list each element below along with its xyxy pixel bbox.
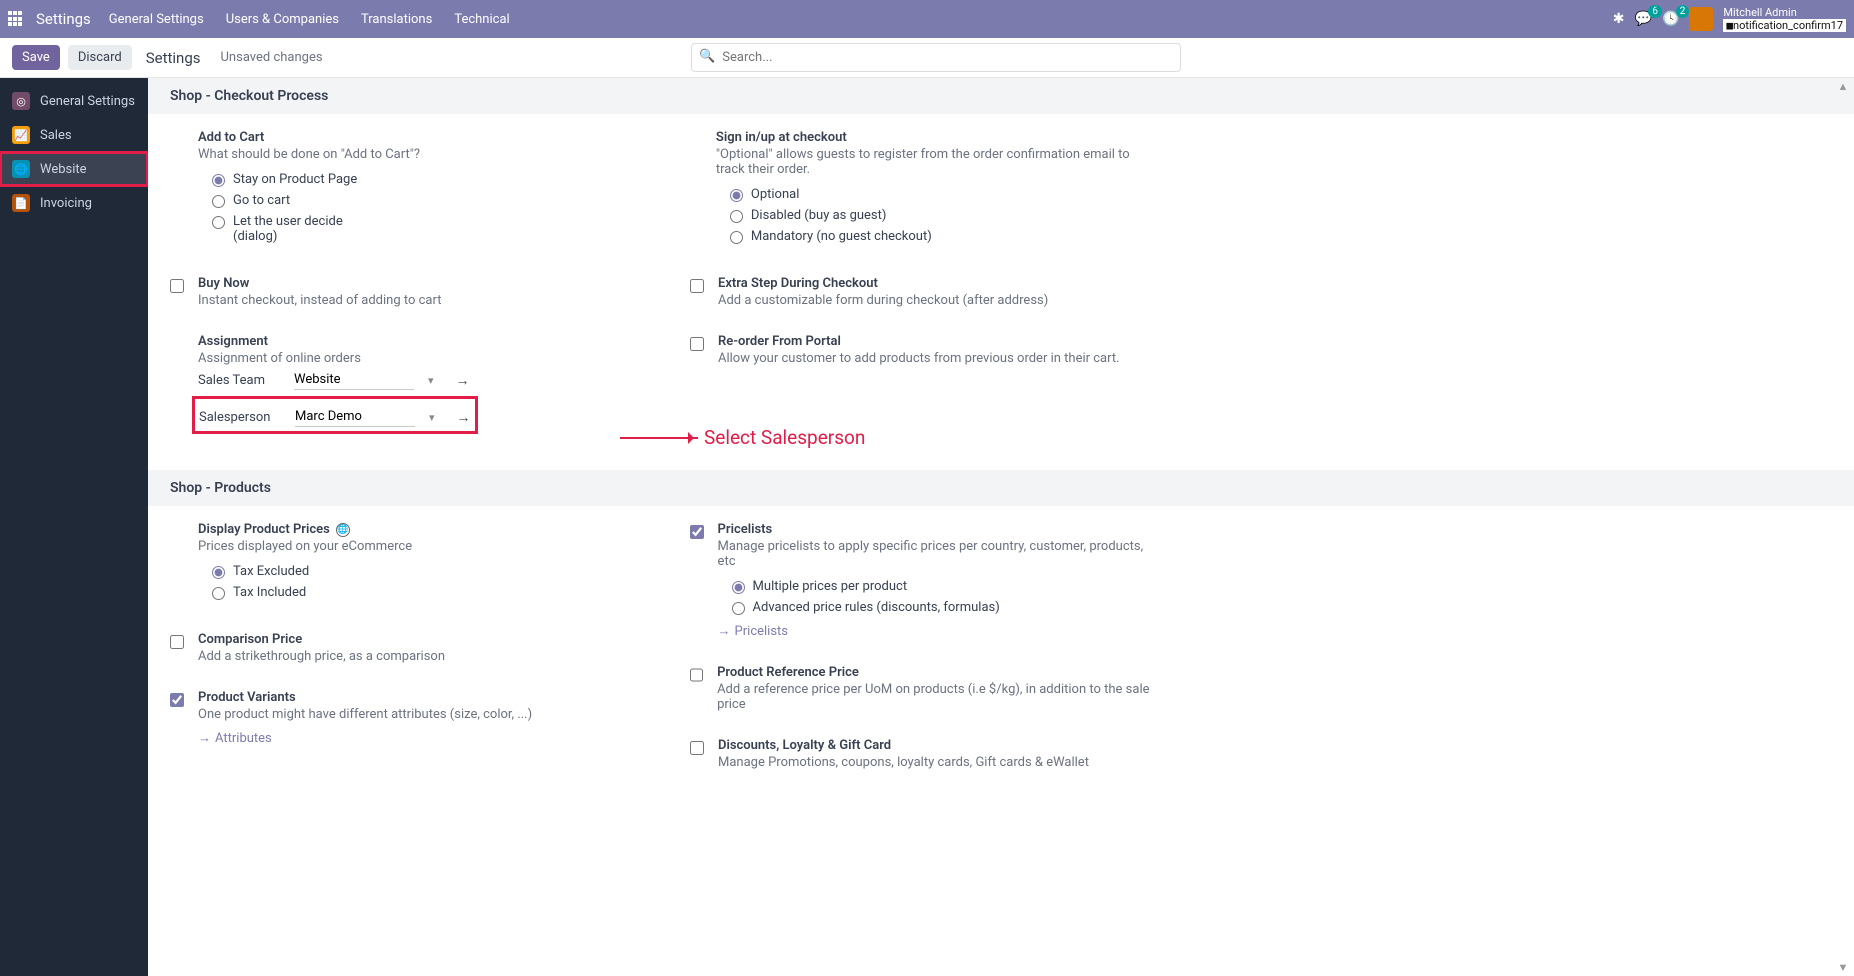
checkbox-discounts[interactable] bbox=[690, 741, 704, 755]
radio-mandatory[interactable]: Mandatory (no guest checkout) bbox=[730, 229, 1150, 244]
search-icon: 🔍 bbox=[699, 49, 715, 64]
settings-sidebar: ◎ General Settings 📈 Sales 🌐 Website 📄 I… bbox=[0, 78, 148, 976]
link-pricelists[interactable]: → Pricelists bbox=[718, 623, 1150, 639]
unsaved-status: Unsaved changes bbox=[221, 50, 323, 65]
scroll-down-icon[interactable]: ▼ bbox=[1836, 961, 1850, 974]
checkbox-reorder[interactable] bbox=[690, 337, 704, 351]
sidebar-item-website[interactable]: 🌐 Website bbox=[0, 152, 148, 186]
sidebar-item-sales[interactable]: 📈 Sales bbox=[0, 118, 148, 152]
chevron-down-icon[interactable]: ▾ bbox=[429, 411, 435, 424]
setting-desc: What should be done on "Add to Cart"? bbox=[198, 147, 420, 162]
external-link-icon[interactable]: → bbox=[456, 372, 470, 389]
checkbox-comparison[interactable] bbox=[170, 635, 184, 649]
menu-technical[interactable]: Technical bbox=[454, 12, 509, 27]
checkbox-variants[interactable] bbox=[170, 693, 184, 707]
radio-advanced-rules[interactable]: Advanced price rules (discounts, formula… bbox=[732, 600, 1150, 615]
menu-general-settings[interactable]: General Settings bbox=[109, 12, 204, 27]
setting-assignment: Assignment Assignment of online orders S… bbox=[170, 334, 630, 428]
setting-product-variants: Product Variants One product might have … bbox=[170, 690, 630, 746]
external-link-icon[interactable]: → bbox=[457, 409, 471, 426]
setting-reorder: Re-order From Portal Allow your customer… bbox=[690, 334, 1150, 366]
setting-reference-price: Product Reference Price Add a reference … bbox=[690, 665, 1150, 712]
top-menu: General Settings Users & Companies Trans… bbox=[109, 12, 510, 27]
action-bar: Save Discard Settings Unsaved changes 🔍 bbox=[0, 38, 1854, 78]
setting-add-to-cart: Add to Cart What should be done on "Add … bbox=[170, 130, 630, 250]
radio-tax-included[interactable]: Tax Included bbox=[212, 585, 412, 600]
notification-tag: ■notification_confirm17 bbox=[1723, 19, 1846, 32]
radio-optional[interactable]: Optional bbox=[730, 187, 1150, 202]
top-navbar: Settings General Settings Users & Compan… bbox=[0, 0, 1854, 38]
avatar[interactable] bbox=[1689, 7, 1713, 31]
checkbox-extra-step[interactable] bbox=[690, 279, 704, 293]
user-name: Mitchell Admin bbox=[1723, 6, 1846, 19]
annotation-select-salesperson: Select Salesperson bbox=[620, 426, 865, 449]
user-block[interactable]: Mitchell Admin ■notification_confirm17 bbox=[1723, 6, 1846, 32]
setting-discounts: Discounts, Loyalty & Gift Card Manage Pr… bbox=[690, 738, 1150, 770]
menu-users-companies[interactable]: Users & Companies bbox=[226, 12, 339, 27]
salesperson-input[interactable] bbox=[295, 407, 415, 427]
setting-buy-now: Buy Now Instant checkout, instead of add… bbox=[170, 276, 630, 308]
search-input[interactable] bbox=[691, 43, 1181, 72]
radio-disabled[interactable]: Disabled (buy as guest) bbox=[730, 208, 1150, 223]
checkbox-buy-now[interactable] bbox=[170, 279, 184, 293]
section-header-checkout: Shop - Checkout Process bbox=[148, 78, 1854, 114]
scroll-up-icon[interactable]: ▲ bbox=[1836, 80, 1850, 93]
salesperson-label: Salesperson bbox=[199, 410, 277, 425]
menu-translations[interactable]: Translations bbox=[361, 12, 432, 27]
setting-sign-in: Sign in/up at checkout "Optional" allows… bbox=[690, 130, 1150, 250]
sales-team-input[interactable] bbox=[294, 370, 414, 390]
radio-multiple-prices[interactable]: Multiple prices per product bbox=[732, 579, 1150, 594]
sales-team-label: Sales Team bbox=[198, 373, 276, 388]
salesperson-highlight: Salesperson ▾ → bbox=[192, 396, 478, 434]
checkbox-pricelists[interactable] bbox=[690, 525, 704, 539]
radio-stay-on-page[interactable]: Stay on Product Page bbox=[212, 172, 420, 187]
debug-icon[interactable]: ✱ bbox=[1613, 11, 1625, 27]
breadcrumb: Settings bbox=[146, 49, 201, 67]
sidebar-item-invoicing[interactable]: 📄 Invoicing bbox=[0, 186, 148, 220]
activities-icon[interactable]: 🕓2 bbox=[1662, 11, 1679, 27]
setting-extra-step: Extra Step During Checkout Add a customi… bbox=[690, 276, 1150, 308]
link-attributes[interactable]: → Attributes bbox=[198, 730, 532, 746]
sidebar-item-label: General Settings bbox=[40, 94, 135, 109]
setting-title: Add to Cart bbox=[198, 130, 420, 145]
globe-icon[interactable]: 🌐 bbox=[336, 523, 350, 537]
sidebar-item-general[interactable]: ◎ General Settings bbox=[0, 84, 148, 118]
radio-go-to-cart[interactable]: Go to cart bbox=[212, 193, 420, 208]
messages-icon[interactable]: 💬6 bbox=[1635, 11, 1652, 27]
sidebar-item-label: Sales bbox=[40, 128, 72, 143]
search-wrap: 🔍 bbox=[691, 43, 1181, 72]
setting-display-prices: Display Product Prices🌐 Prices displayed… bbox=[170, 522, 630, 606]
settings-content[interactable]: ▲ Shop - Checkout Process Add to Cart Wh… bbox=[148, 78, 1854, 976]
setting-pricelists: Pricelists Manage pricelists to apply sp… bbox=[690, 522, 1150, 639]
chevron-down-icon[interactable]: ▾ bbox=[428, 374, 434, 387]
discard-button[interactable]: Discard bbox=[68, 45, 132, 70]
radio-tax-excluded[interactable]: Tax Excluded bbox=[212, 564, 412, 579]
checkbox-ref-price[interactable] bbox=[690, 668, 703, 682]
brand-title: Settings bbox=[36, 10, 91, 28]
sidebar-item-label: Invoicing bbox=[40, 196, 92, 211]
save-button[interactable]: Save bbox=[12, 45, 60, 70]
setting-comparison-price: Comparison Price Add a strikethrough pri… bbox=[170, 632, 630, 664]
apps-icon[interactable] bbox=[8, 11, 24, 27]
sidebar-item-label: Website bbox=[40, 162, 87, 177]
radio-user-decide[interactable]: Let the user decide (dialog) bbox=[212, 214, 420, 244]
section-header-products: Shop - Products bbox=[148, 470, 1854, 506]
